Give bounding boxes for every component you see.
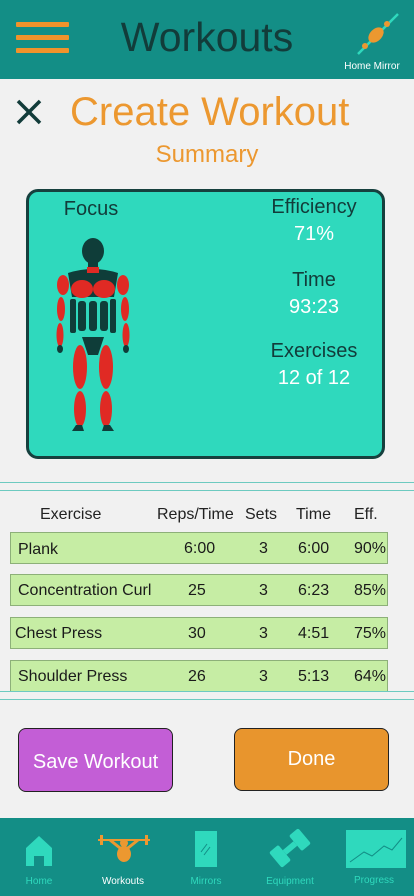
home-mirror-icon[interactable]: [352, 8, 404, 60]
reps-time: 26: [188, 668, 206, 685]
table-row[interactable]: Concentration Curl 25 3 6:23 85%: [10, 574, 388, 606]
exercise-name: Concentration Curl: [18, 582, 152, 599]
sets: 3: [259, 540, 268, 557]
done-button[interactable]: Done: [234, 728, 389, 791]
divider: [0, 691, 414, 692]
focus-label: Focus: [63, 198, 119, 220]
col-header-sets: Sets: [245, 506, 278, 523]
exercises-label: Exercises: [270, 340, 358, 362]
time: 6:23: [298, 582, 330, 599]
progress-chart-icon: [346, 830, 406, 868]
time: 6:00: [298, 540, 330, 557]
dumbbell-icon: [269, 828, 311, 868]
table-row[interactable]: Shoulder Press 26 3 5:13 64%: [10, 660, 388, 692]
efficiency-value: 71%: [293, 223, 335, 245]
tab-progress-label: Progress: [353, 875, 394, 886]
save-workout-button[interactable]: Save Workout: [18, 728, 173, 792]
col-header-exercise: Exercise: [40, 506, 102, 523]
col-header-eff: Eff.: [354, 506, 378, 523]
exercise-name: Plank: [18, 541, 59, 558]
tab-home-label: Home: [25, 876, 53, 887]
divider: [0, 490, 414, 491]
reps-time: 25: [188, 582, 206, 599]
col-header-time: Time: [296, 506, 331, 523]
tab-home[interactable]: Home: [0, 818, 78, 896]
efficiency: 90%: [354, 540, 387, 557]
tab-progress[interactable]: Progress: [334, 818, 414, 896]
close-icon[interactable]: [14, 94, 44, 128]
workout-icon: [98, 835, 150, 862]
col-header-reps: Reps/Time: [157, 506, 234, 523]
tab-mirrors[interactable]: Mirrors: [166, 818, 246, 896]
exercise-name: Chest Press: [15, 625, 103, 642]
body-muscle-map-icon: [56, 238, 130, 431]
efficiency: 85%: [354, 582, 387, 599]
tab-workouts-label: Workouts: [101, 876, 145, 887]
table-row[interactable]: Chest Press 30 3 4:51 75%: [10, 617, 388, 649]
page-title: Create Workout: [70, 90, 350, 134]
time-value: 93:23: [288, 296, 340, 318]
time: 5:13: [298, 668, 330, 685]
efficiency: 75%: [354, 625, 387, 642]
tab-mirrors-label: Mirrors: [190, 876, 222, 887]
efficiency: 64%: [354, 668, 387, 685]
home-mirror-label: Home Mirror: [344, 61, 400, 72]
tab-workouts[interactable]: Workouts: [82, 818, 164, 896]
table-row[interactable]: Plank 6:00 3 6:00 90%: [10, 532, 388, 564]
bottom-tab-bar: Home Workouts Mirrors Equipment Progress: [0, 818, 414, 896]
reps-time: 6:00: [184, 540, 216, 557]
tab-equipment[interactable]: Equipment: [250, 818, 330, 896]
sets: 3: [259, 625, 268, 642]
tab-equipment-label: Equipment: [266, 876, 314, 887]
time: 4:51: [298, 625, 330, 642]
divider: [0, 699, 414, 700]
efficiency-label: Efficiency: [271, 196, 357, 218]
home-icon: [26, 836, 52, 866]
reps-time: 30: [188, 625, 206, 642]
sets: 3: [259, 582, 268, 599]
summary-card: Focus Efficiency 71% Time 93:23 Exercise…: [26, 189, 385, 459]
exercise-name: Shoulder Press: [18, 668, 128, 685]
exercises-value: 12 of 12: [277, 367, 351, 389]
mirror-icon: [195, 831, 217, 867]
time-label: Time: [292, 269, 336, 291]
sets: 3: [259, 668, 268, 685]
page-subtitle: Summary: [155, 141, 259, 168]
divider: [0, 482, 414, 483]
